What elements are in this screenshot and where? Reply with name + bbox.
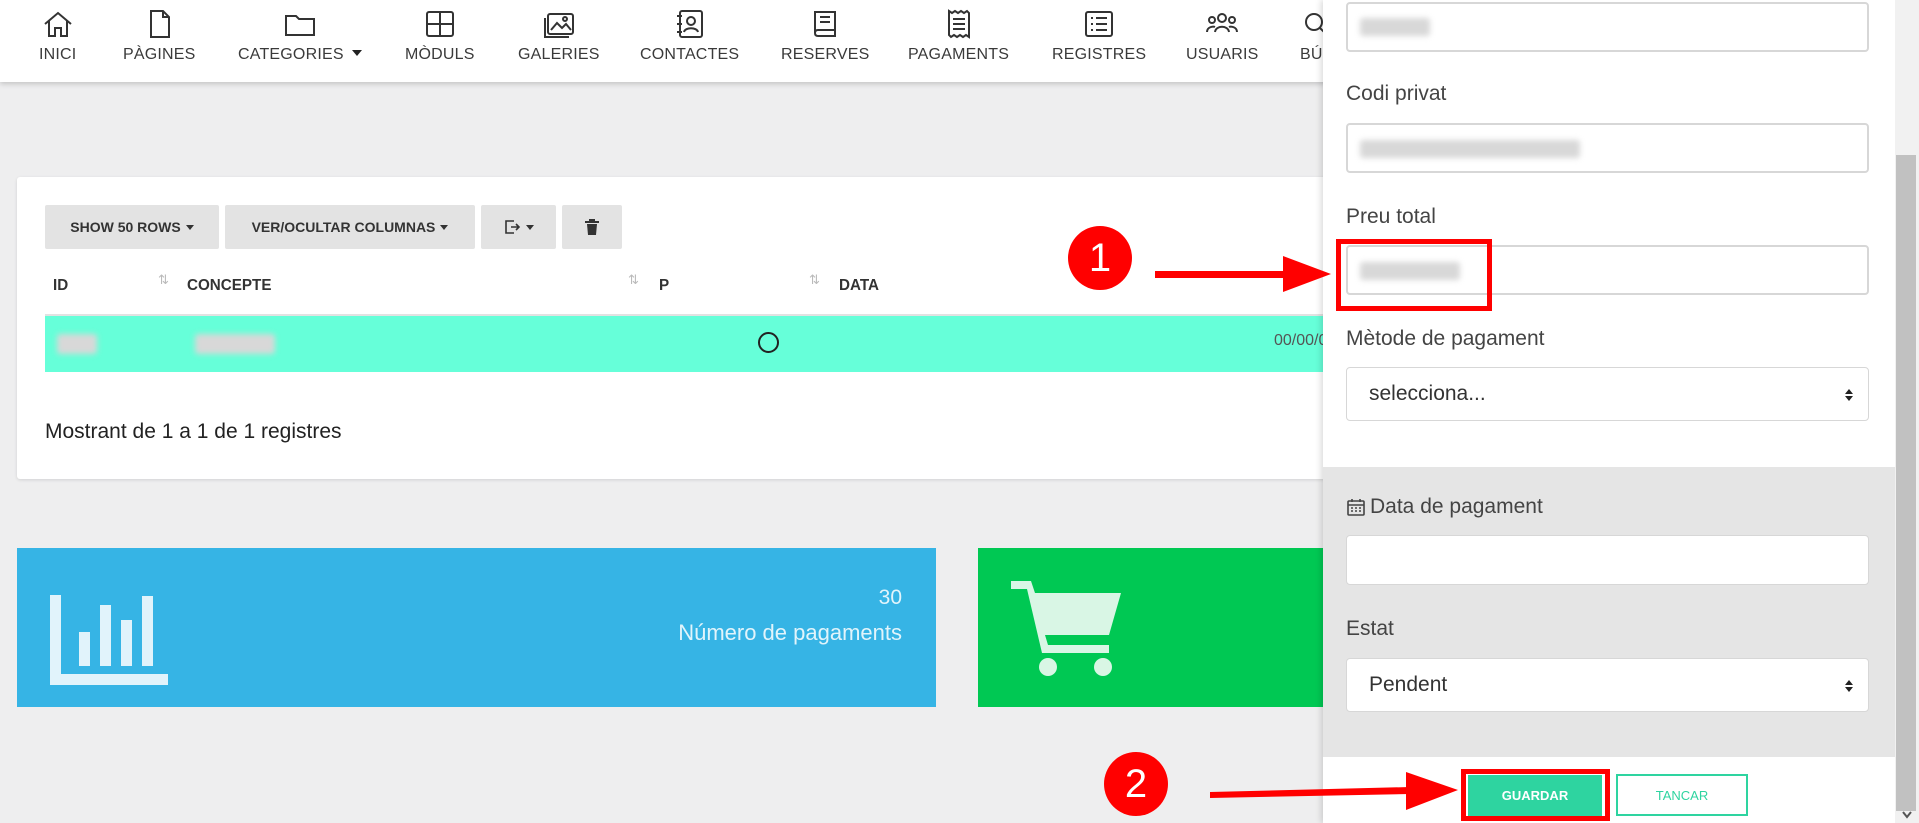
column-header-p[interactable]: P — [659, 277, 669, 295]
nav-item-registres[interactable]: REGISTRES — [1052, 0, 1146, 82]
estat-value: Pendent — [1369, 673, 1448, 696]
shopping-cart-icon — [1011, 581, 1121, 676]
arrow-1-icon — [1155, 256, 1331, 292]
book-icon — [814, 11, 837, 37]
nav-item-label: CATEGORIES — [238, 46, 344, 63]
nav-item-galeries[interactable]: GALERIES — [518, 0, 600, 82]
payments-count-label: Número de pagaments — [678, 620, 902, 645]
nav-item-pagaments[interactable]: PAGAMENTS — [908, 0, 1009, 82]
nav-item-label: INICI — [39, 46, 77, 63]
payments-count: 30 — [878, 586, 902, 609]
nav-item-busqueda[interactable]: BÚ — [1300, 0, 1323, 82]
sort-icon[interactable]: ⇅ — [628, 272, 639, 288]
nav-item-label: PAGAMENTS — [908, 46, 1010, 63]
caret-down-icon — [526, 224, 534, 230]
metode-pagament-label: Mètode de pagament — [1346, 327, 1545, 350]
redacted-value — [1360, 18, 1430, 36]
nav-item-label: PÀGINES — [123, 46, 196, 63]
scroll-down-icon[interactable] — [1901, 810, 1913, 820]
home-icon — [44, 11, 72, 37]
calendar-icon — [1347, 499, 1365, 516]
table-footer-info: Mostrant de 1 a 1 de 1 registres — [45, 420, 342, 443]
status-circle-icon — [758, 332, 779, 353]
nav-item-label: BÚ — [1300, 46, 1323, 63]
select-arrows-icon — [1845, 389, 1853, 401]
highlight-box-preu-total — [1336, 239, 1492, 311]
estat-label: Estat — [1346, 617, 1394, 640]
nav-item-pagines[interactable]: PÀGINES — [123, 0, 196, 82]
estat-select[interactable]: Pendent — [1346, 658, 1869, 712]
highlight-box-save — [1461, 769, 1610, 821]
column-header-id[interactable]: ID — [53, 277, 68, 295]
nav-item-contactes[interactable]: CONTACTES — [640, 0, 739, 82]
caret-down-icon — [185, 224, 194, 230]
payments-stat-card: 30 Número de pagaments — [17, 548, 936, 707]
metode-pagament-select[interactable]: selecciona... — [1346, 367, 1869, 421]
nav-item-label: CONTACTES — [640, 46, 740, 63]
close-button[interactable]: TANCAR — [1616, 774, 1748, 816]
redacted-value — [1360, 140, 1580, 158]
step-1-marker: 1 — [1068, 226, 1132, 290]
codi-privat-input[interactable] — [1346, 123, 1869, 173]
panel-scrollbar-thumb[interactable] — [1896, 155, 1916, 811]
bar-chart-icon — [50, 595, 168, 685]
search-icon — [1305, 13, 1323, 33]
receipt-icon — [947, 9, 970, 39]
step-2-marker: 2 — [1104, 752, 1168, 816]
redacted-id — [57, 334, 97, 354]
payments-table-card: SHOW 50 ROWS VER/OCULTAR COLUMNAS ID ⇅ C… — [17, 177, 1387, 479]
arrow-2-icon — [1210, 772, 1458, 810]
nav-item-usuaris[interactable]: USUARIS — [1186, 0, 1259, 82]
folder-icon — [284, 15, 315, 36]
grid-icon — [425, 11, 454, 37]
nav-item-label: USUARIS — [1186, 46, 1259, 63]
nav-item-label: RESERVES — [781, 46, 870, 63]
select-arrows-icon — [1845, 680, 1853, 692]
toggle-columns-button[interactable]: VER/OCULTAR COLUMNAS — [225, 205, 475, 249]
preu-total-label: Preu total — [1346, 205, 1436, 228]
export-button[interactable] — [481, 205, 556, 249]
redacted-concept — [195, 334, 275, 354]
payment-details-section: Data de pagament Estat Pendent — [1323, 467, 1895, 757]
page-icon — [150, 10, 171, 38]
export-icon — [505, 220, 521, 234]
caret-down-icon — [440, 224, 449, 230]
metode-pagament-value: selecciona... — [1369, 382, 1486, 405]
column-header-date[interactable]: DATA — [839, 277, 879, 295]
nav-item-label: REGISTRES — [1052, 46, 1147, 63]
data-pagament-label: Data de pagament — [1370, 495, 1543, 518]
table-row[interactable]: 00/00/00 — [45, 314, 1387, 372]
sort-icon[interactable]: ⇅ — [809, 272, 820, 288]
delete-button[interactable] — [562, 205, 622, 249]
payment-edit-panel: Codi privat Preu total Mètode de pagamen… — [1323, 0, 1895, 823]
data-pagament-input[interactable] — [1346, 535, 1869, 585]
column-header-concept[interactable]: CONCEPTE — [187, 277, 271, 295]
nav-item-categories[interactable]: CATEGORIES — [238, 0, 362, 82]
codi-privat-label: Codi privat — [1346, 82, 1447, 105]
nav-item-reserves[interactable]: RESERVES — [781, 0, 869, 82]
nav-item-label: GALERIES — [518, 46, 600, 63]
show-rows-button[interactable]: SHOW 50 ROWS — [45, 205, 219, 249]
sort-icon[interactable]: ⇅ — [158, 272, 169, 288]
nav-item-moduls[interactable]: MÒDULS — [405, 0, 475, 82]
users-icon — [1206, 13, 1239, 33]
top-field[interactable] — [1346, 2, 1869, 52]
trash-icon — [585, 219, 599, 235]
contacts-icon — [676, 10, 703, 38]
nav-item-inici[interactable]: INICI — [39, 0, 76, 82]
nav-item-label: MÒDULS — [405, 46, 475, 63]
show-rows-label: SHOW 50 ROWS — [70, 219, 181, 235]
toggle-columns-label: VER/OCULTAR COLUMNAS — [251, 219, 436, 235]
chevron-down-icon — [351, 49, 362, 56]
images-icon — [543, 13, 574, 38]
list-icon — [1085, 11, 1114, 37]
